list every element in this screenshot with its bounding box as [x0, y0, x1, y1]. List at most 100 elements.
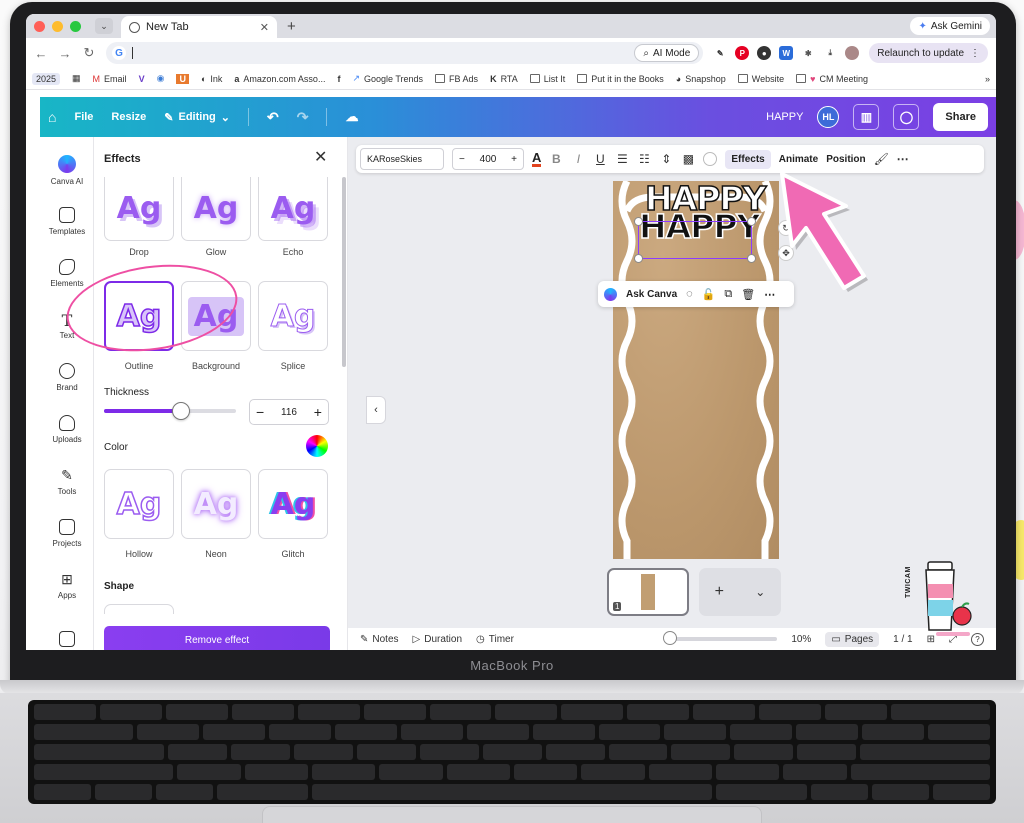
notes-button[interactable]: ✎ Notes: [360, 634, 399, 645]
effect-neon[interactable]: Ag: [181, 469, 251, 539]
thickness-stepper[interactable]: − 116 +: [249, 399, 329, 425]
lock-icon[interactable]: 🔓: [702, 288, 716, 301]
share-button[interactable]: Share: [933, 103, 988, 131]
maximize-window-button[interactable]: [70, 20, 81, 32]
page-thumbnail[interactable]: 1: [607, 568, 689, 616]
close-tab-icon[interactable]: ✕: [260, 21, 269, 34]
more-bookmarks-icon[interactable]: »: [985, 74, 990, 84]
vimeo-icon[interactable]: V: [139, 74, 145, 84]
rail-item-media[interactable]: [40, 631, 94, 650]
duration-button[interactable]: ▷ Duration: [413, 634, 463, 645]
bookmark-email[interactable]: M Email: [93, 74, 127, 84]
plus-icon[interactable]: +: [511, 154, 517, 165]
italic-icon[interactable]: I: [571, 152, 585, 166]
forward-arrow-icon[interactable]: →: [58, 46, 72, 61]
ask-gemini-button[interactable]: ✦ Ask Gemini: [910, 17, 990, 35]
add-page-button[interactable]: + ⌄: [699, 568, 781, 616]
chevron-down-icon[interactable]: ⌄: [755, 585, 765, 599]
editing-mode-button[interactable]: ✎ Editing ⌄: [164, 111, 230, 124]
shape-option[interactable]: [104, 604, 174, 614]
effect-splice[interactable]: Ag: [258, 281, 328, 351]
collapse-panel-button[interactable]: ‹: [366, 396, 386, 424]
minus-icon[interactable]: −: [459, 154, 465, 165]
rail-item-projects[interactable]: Projects: [40, 519, 94, 548]
rail-item-uploads[interactable]: Uploads: [40, 415, 94, 444]
pen-extension-icon[interactable]: ✎: [713, 46, 728, 60]
back-arrow-icon[interactable]: ←: [34, 46, 48, 61]
resize-handle[interactable]: [634, 217, 643, 226]
apps-grid-icon[interactable]: ▦: [72, 73, 81, 84]
animate-button[interactable]: Animate: [779, 154, 818, 165]
comment-icon[interactable]: ◯: [893, 104, 920, 130]
minimize-window-button[interactable]: [52, 20, 63, 32]
font-size-stepper[interactable]: − 400 +: [452, 148, 524, 170]
resize-button[interactable]: Resize: [111, 111, 146, 123]
address-bar[interactable]: G ⌕ AI Mode: [106, 42, 704, 64]
effect-drop[interactable]: Ag: [104, 177, 174, 241]
underline-icon[interactable]: U: [593, 152, 607, 166]
effect-glitch[interactable]: Ag: [258, 469, 328, 539]
tab-list-button[interactable]: ⌄: [95, 18, 113, 34]
effect-hollow[interactable]: Ag: [104, 469, 174, 539]
zoom-slider[interactable]: [663, 631, 778, 645]
effect-echo[interactable]: Ag: [258, 177, 328, 241]
cloud-saved-icon[interactable]: ☁: [345, 109, 358, 125]
u-app-icon[interactable]: U: [176, 73, 189, 84]
comment-plus-icon[interactable]: ◌: [686, 288, 693, 300]
ask-canva-button[interactable]: Ask Canva: [626, 289, 677, 300]
facebook-icon[interactable]: f: [337, 74, 340, 84]
color-swatch-icon[interactable]: [703, 152, 718, 166]
rail-item-templates[interactable]: Templates: [40, 207, 94, 236]
effect-glow[interactable]: Ag: [181, 177, 251, 241]
close-window-button[interactable]: [34, 20, 45, 32]
slider-thumb[interactable]: [171, 402, 190, 420]
bookmark-google-trends[interactable]: ↗ Google Trends: [352, 73, 423, 84]
dark-extension-icon[interactable]: ●: [757, 46, 772, 60]
avatar[interactable]: HL: [817, 106, 840, 128]
timer-button[interactable]: ◷ Timer: [476, 634, 514, 645]
bold-icon[interactable]: B: [549, 152, 563, 166]
rail-item-tools[interactable]: ✎ Tools: [40, 467, 94, 496]
bookmark-website[interactable]: Website: [737, 74, 784, 84]
relaunch-button[interactable]: Relaunch to update ⋮: [869, 43, 988, 63]
panel-scrollbar[interactable]: [342, 177, 346, 367]
minus-icon[interactable]: −: [256, 404, 264, 420]
download-icon[interactable]: ⤓: [823, 46, 838, 60]
color-picker-icon[interactable]: [306, 435, 328, 457]
trash-icon[interactable]: 🗑: [741, 288, 755, 301]
design-name[interactable]: HAPPY: [766, 111, 803, 123]
bookmark-cm-meeting[interactable]: ♥ CM Meeting: [796, 74, 868, 84]
blue-app-icon[interactable]: ◉: [157, 73, 165, 84]
bookmark-amazon[interactable]: a Amazon.com Asso...: [234, 74, 325, 84]
pinterest-extension-icon[interactable]: P: [735, 46, 750, 60]
duplicate-icon[interactable]: ⧉: [724, 288, 732, 301]
more-horizontal-icon[interactable]: ⋯: [896, 152, 910, 166]
insights-chart-icon[interactable]: ▥: [853, 104, 880, 130]
rail-item-brand[interactable]: Brand: [40, 363, 94, 392]
resize-handle[interactable]: [634, 254, 643, 263]
bookmark-snapshop[interactable]: ◕ Snapshop: [676, 74, 726, 84]
resize-handle[interactable]: [747, 254, 756, 263]
zoom-level[interactable]: 10%: [791, 634, 811, 645]
home-icon[interactable]: ⌂: [48, 109, 56, 125]
browser-tab[interactable]: New Tab ✕: [121, 16, 277, 38]
zoom-thumb[interactable]: [663, 631, 678, 645]
thickness-slider[interactable]: [104, 402, 236, 420]
transparency-icon[interactable]: ▩: [681, 152, 695, 166]
effects-button[interactable]: Effects: [725, 149, 771, 169]
remove-effect-button[interactable]: Remove effect: [104, 626, 330, 650]
w-extension-icon[interactable]: W: [779, 46, 794, 60]
bookmark-rta[interactable]: K RTA: [490, 74, 518, 84]
bookmark-fb-ads[interactable]: FB Ads: [435, 74, 478, 84]
spacing-icon[interactable]: ⇕: [659, 152, 673, 166]
list-icon[interactable]: ☷: [637, 152, 651, 166]
pages-button[interactable]: ▭ Pages: [825, 631, 880, 647]
file-menu[interactable]: File: [74, 111, 93, 123]
text-color-icon[interactable]: A: [532, 151, 542, 167]
profile-avatar-icon[interactable]: [845, 46, 860, 60]
ai-mode-button[interactable]: ⌕ AI Mode: [634, 44, 700, 62]
undo-icon[interactable]: ↶: [267, 109, 279, 126]
bookmark-ink[interactable]: ◐ Ink: [201, 74, 222, 84]
thickness-value[interactable]: 116: [281, 407, 297, 418]
text-selection-box[interactable]: [634, 217, 756, 263]
